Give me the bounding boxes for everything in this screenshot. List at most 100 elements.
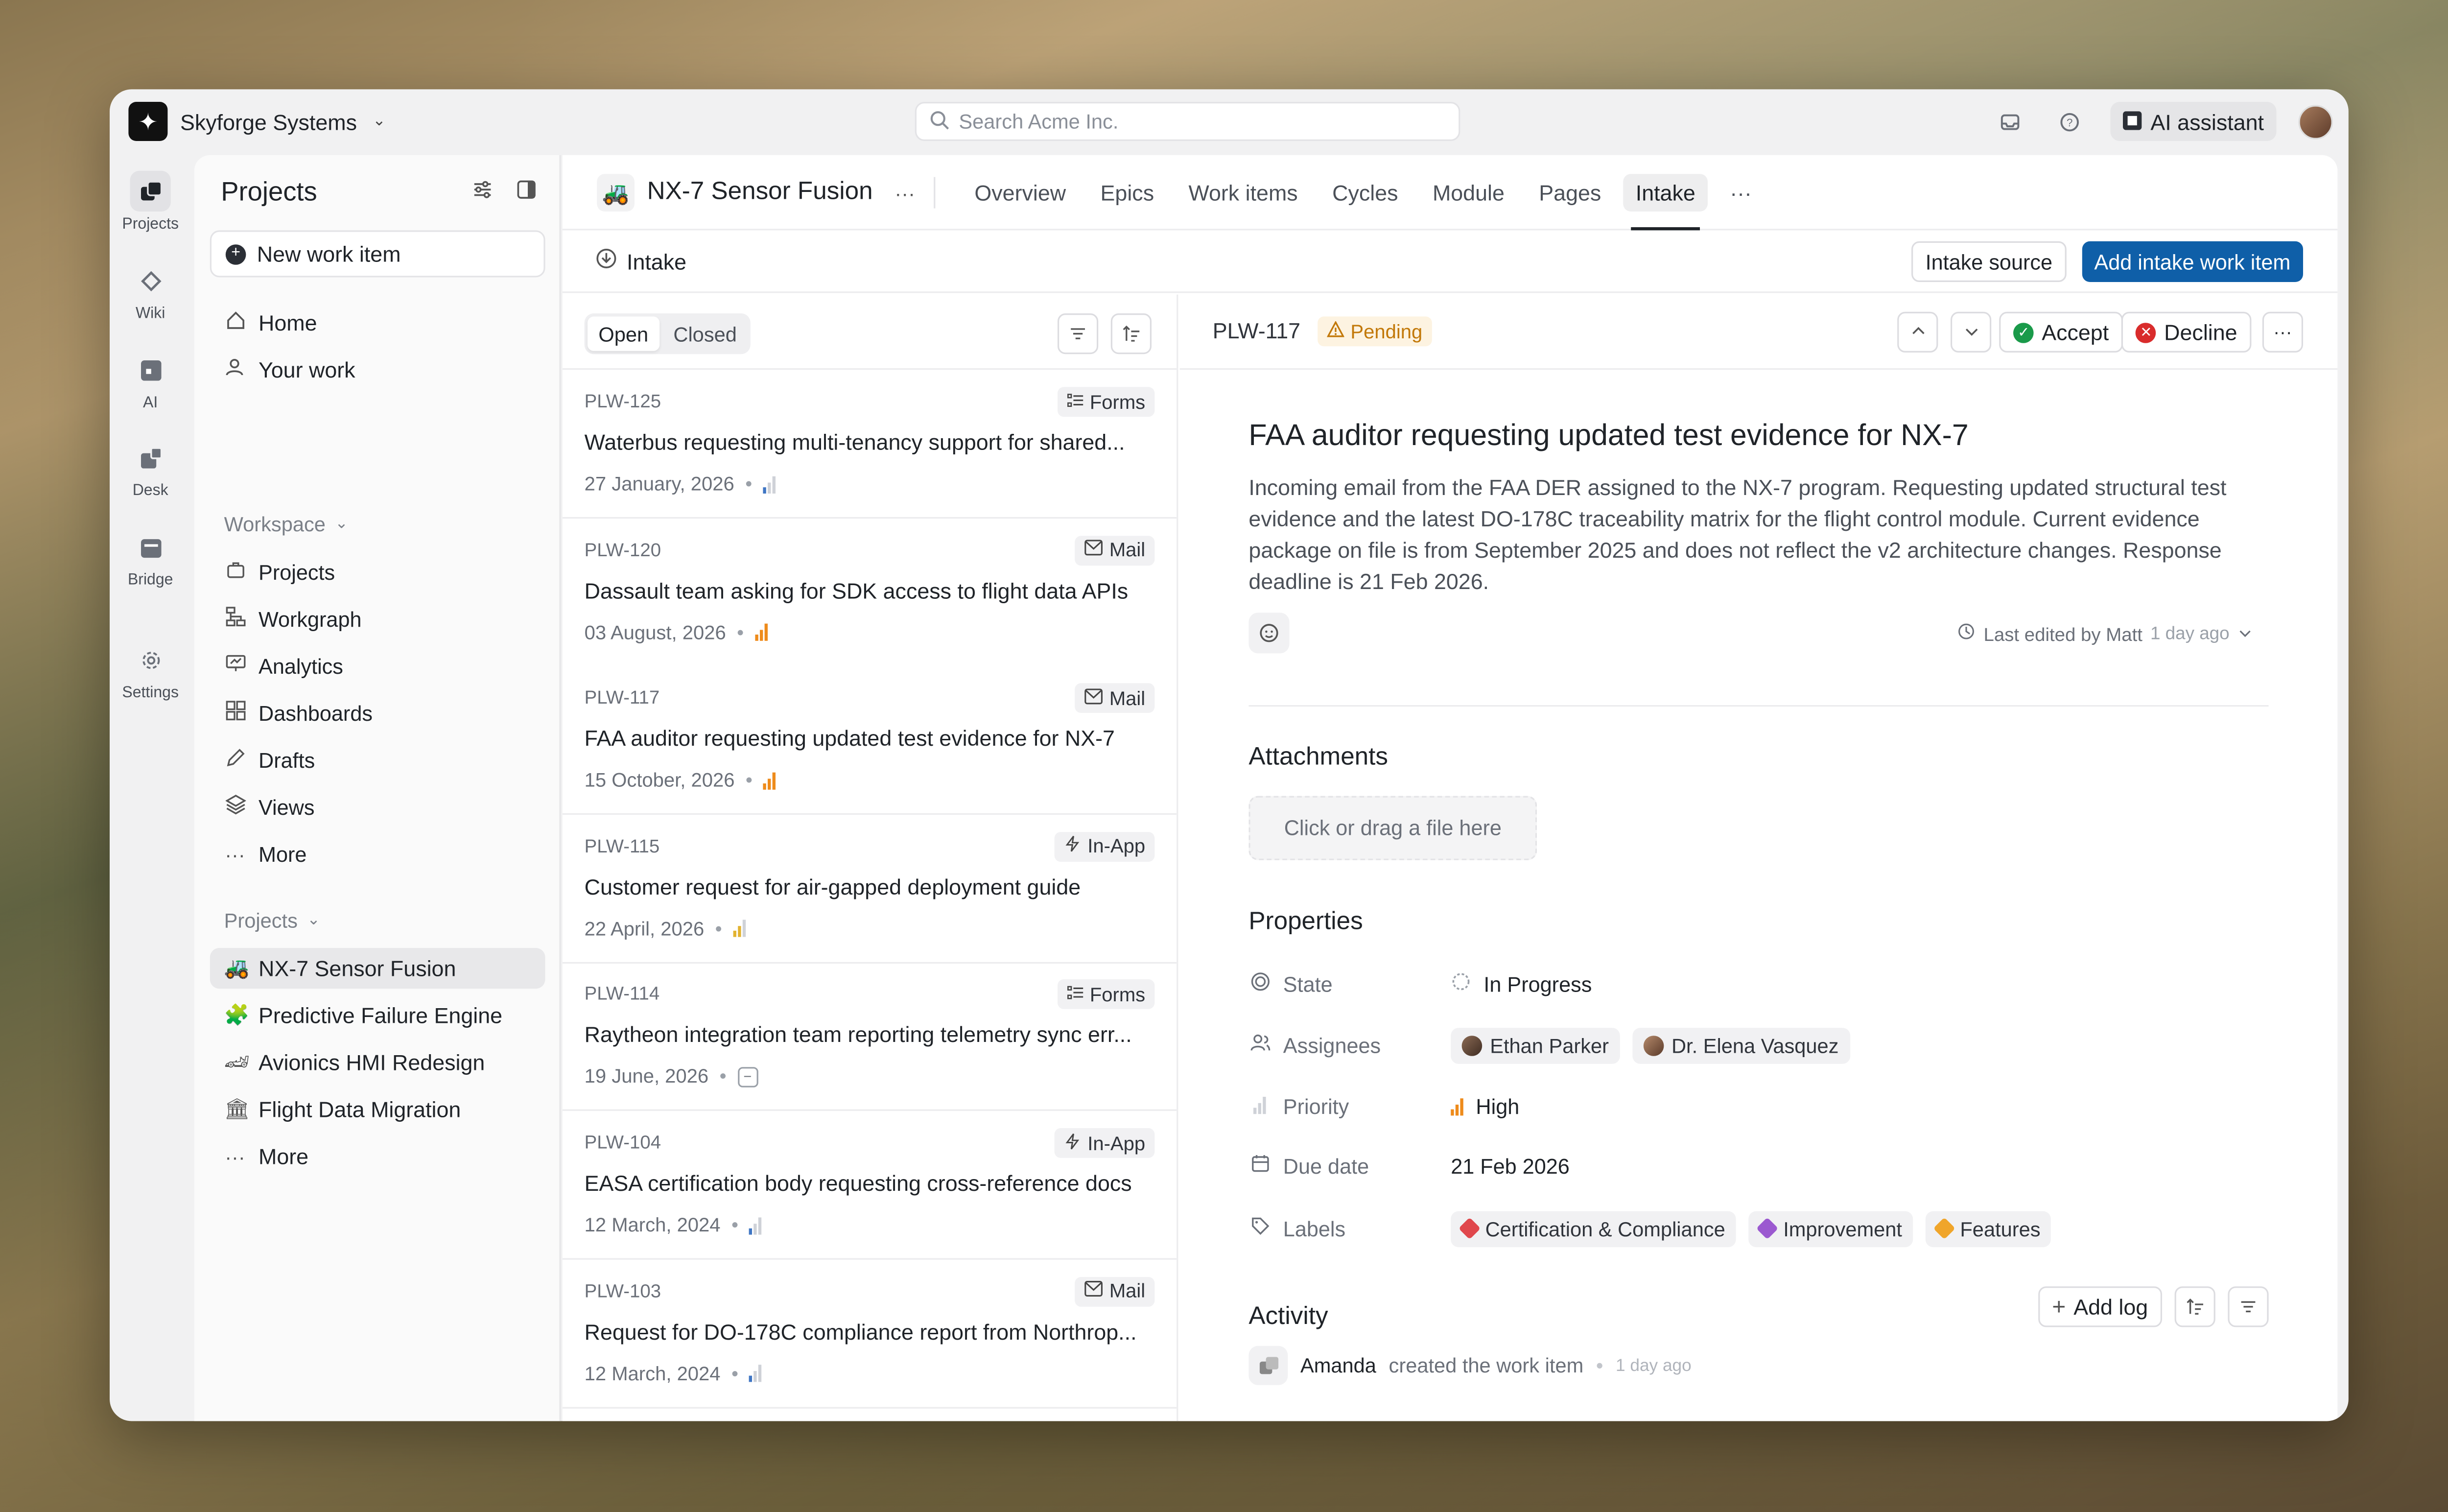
rail-item-settings[interactable]: Settings [110,639,191,702]
intake-list-item[interactable]: PLW-117 Mail FAA auditor requesting update… [562,666,1177,815]
more-actions-button[interactable]: ··· [2262,311,2303,353]
filter-closed[interactable]: Closed [662,316,748,351]
sidebar-item-views[interactable]: Views [210,786,545,827]
tab-work-items[interactable]: Work items [1171,155,1315,231]
project-title[interactable]: 🚜 NX-7 Sensor Fusion ··· [597,174,915,212]
tabs-more-icon[interactable]: ··· [1713,155,1769,231]
assignee-chip[interactable]: Dr. Elena Vasquez [1632,1027,1850,1063]
rail-item-bridge[interactable]: Bridge [110,526,191,589]
sidebar-item-analytics[interactable]: Analytics [210,645,545,686]
priority-value: High [1476,1094,1520,1118]
sidebar-item-label: Dashboards [259,701,373,725]
rail-item-wiki[interactable]: Wiki [110,260,191,323]
add-reaction-icon[interactable] [1248,613,1290,654]
sidebar-projects-more[interactable]: ··· More [210,1136,545,1177]
projects-section-header[interactable]: Projects ⌄ [224,909,320,932]
more-options-icon[interactable]: ··· [894,181,915,205]
sidebar-item-label: Projects [259,560,335,584]
search-input[interactable]: Search Acme Inc. [915,102,1460,141]
intake-list-item[interactable]: PLW-115 In-App Customer request for air-ga… [562,814,1177,964]
sidebar-item-more[interactable]: ··· More [210,833,545,874]
workspace-section-header[interactable]: Workspace ⌄ [224,512,348,536]
avatar [1643,1035,1664,1056]
ai-assistant-button[interactable]: AI assistant [2110,102,2277,141]
mail-icon [1084,539,1103,561]
label-name: Improvement [1783,1216,1902,1240]
inbox-icon[interactable] [1991,103,2028,141]
rail-item-projects[interactable]: Projects [110,170,191,234]
sidebar-item-home[interactable]: Home [210,303,545,343]
user-icon [224,357,246,382]
assignee-chip[interactable]: Ethan Parker [1451,1027,1620,1063]
tab-cycles[interactable]: Cycles [1315,155,1415,231]
help-icon[interactable]: ? [2050,103,2088,141]
warning-icon [1326,320,1345,342]
sort-icon[interactable] [1110,313,1152,354]
add-log-button[interactable]: + Add log [2038,1286,2162,1327]
tab-epics[interactable]: Epics [1083,155,1171,231]
tab-label: Intake [1623,174,1708,212]
accept-button[interactable]: ✓ Accept [1999,311,2123,353]
tab-module[interactable]: Module [1415,155,1522,231]
intake-breadcrumb: Intake [595,248,686,274]
next-item-button[interactable] [1951,311,1992,353]
work-item-title[interactable]: FAA auditor requesting updated test evid… [1248,420,1968,454]
state-dropdown[interactable]: In Progress [1451,971,1592,996]
workspace-switcher[interactable]: ✦ Skyforge Systems ⌄ [128,102,386,141]
intake-source-button[interactable]: Intake source [1911,241,2067,282]
rail-label: Desk [132,482,168,500]
sidebar-toggle-icon[interactable] [516,179,538,205]
tab-intake[interactable]: Intake [1619,155,1713,231]
add-intake-work-item-button[interactable]: Add intake work item [2081,241,2303,282]
intake-list-item[interactable]: PLW-104 In-App EASA certification body req… [562,1111,1177,1260]
last-edited[interactable]: Last edited by Matt 1 day ago [1957,622,2253,645]
intake-list-item[interactable]: PLW-114 Forms Raytheon integration team re… [562,963,1177,1112]
filter-open[interactable]: Open [588,316,659,351]
intake-list-item[interactable]: PLW-120 Mail Dassault team asking for SDK … [562,518,1177,667]
ellipsis-icon: ··· [225,842,245,866]
forms-icon [1066,984,1083,1006]
sidebar-item-projects[interactable]: Projects [210,551,545,592]
tab-label: Pages [1539,180,1601,206]
source-label: Forms [1089,391,1146,413]
sidebar-project-predictive[interactable]: 🧩 Predictive Failure Engine [210,995,545,1036]
file-upload-dropzone[interactable]: Click or drag a file here [1248,796,1537,860]
rail-label: Settings [122,685,179,702]
previous-item-button[interactable] [1897,311,1938,353]
sliders-icon[interactable] [471,179,494,205]
priority-dropdown[interactable]: High [1451,1094,1519,1118]
tab-label: Overview [974,180,1066,206]
sort-icon[interactable] [2174,1286,2215,1327]
label-chip[interactable]: Features [1926,1210,2051,1247]
new-work-item-label: New work item [257,241,401,266]
sidebar-item-your-work[interactable]: Your work [210,350,545,390]
decline-button[interactable]: ✕ Decline [2121,311,2252,353]
sidebar-project-nx7[interactable]: 🚜 NX-7 Sensor Fusion [210,948,545,989]
property-label: State [1283,972,1333,996]
sidebar-project-avionics[interactable]: 🏎 Avionics HMI Redesign [210,1042,545,1083]
label-chip[interactable]: Certification & Compliance [1451,1210,1737,1247]
new-work-item-button[interactable]: + New work item [210,230,545,278]
tab-overview[interactable]: Overview [957,155,1083,231]
work-item-description[interactable]: Incoming email from the FAA DER assigned… [1248,472,2267,597]
sidebar-project-flight-data[interactable]: 🏛 Flight Data Migration [210,1089,545,1130]
tab-pages[interactable]: Pages [1522,155,1618,231]
plus-icon: + [2052,1293,2066,1320]
activity-action: created the work item [1389,1353,1584,1377]
label-chip[interactable]: Improvement [1748,1210,1913,1247]
sidebar-item-drafts[interactable]: Drafts [210,739,545,780]
intake-list-item[interactable]: PLW-103 Mail Request for DO-178C complianc… [562,1259,1177,1408]
status-badge: Pending [1318,316,1432,347]
sidebar-item-workgraph[interactable]: Workgraph [210,598,545,639]
rail-item-ai[interactable]: AI [110,350,191,412]
rail-item-desk[interactable]: Desk [110,437,191,500]
sidebar-item-dashboards[interactable]: Dashboards [210,692,545,733]
user-avatar[interactable] [2298,104,2333,139]
history-icon [1957,622,1976,645]
intake-list-item[interactable]: PLW-125 Forms Waterbus requesting multi-te… [562,370,1177,519]
filter-icon[interactable] [2228,1286,2269,1327]
item-id: PLW-115 [584,834,660,857]
due-date-picker[interactable]: 21 Feb 2026 [1451,1154,1570,1178]
filter-icon[interactable] [1058,313,1099,354]
rail-label: Bridge [127,572,173,590]
